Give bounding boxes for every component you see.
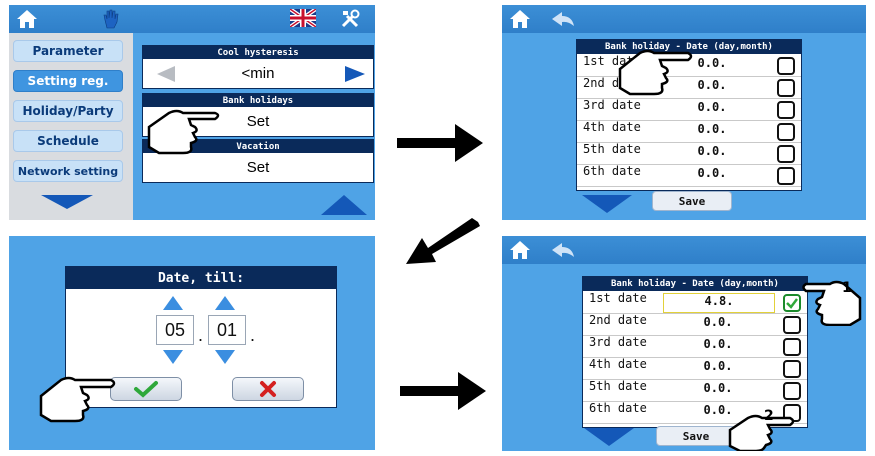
pointing-hand-icon bbox=[802, 280, 862, 326]
home-icon[interactable] bbox=[508, 239, 532, 261]
save-button[interactable]: Save bbox=[656, 426, 736, 446]
day-down-arrow-icon[interactable] bbox=[162, 349, 184, 365]
date-separator: . bbox=[198, 325, 204, 345]
menu-label: Setting reg. bbox=[27, 74, 109, 88]
table-row: 2nd date 0.0. bbox=[583, 313, 807, 336]
row-checkbox[interactable] bbox=[777, 145, 795, 163]
month-field[interactable]: 01 bbox=[208, 315, 246, 345]
row-checkbox[interactable] bbox=[783, 338, 801, 356]
table-row: 4th date 0.0. bbox=[583, 357, 807, 380]
callout-number: 1 bbox=[842, 280, 852, 296]
row-value[interactable]: 0.0. bbox=[657, 122, 767, 140]
cross-icon bbox=[260, 381, 276, 397]
checkmark-icon bbox=[786, 298, 798, 309]
checkmark-icon bbox=[134, 381, 158, 398]
pointing-hand-icon bbox=[39, 376, 116, 423]
tools-icon[interactable] bbox=[339, 8, 361, 30]
row-label: 1st date bbox=[589, 291, 647, 305]
flow-arrow-icon bbox=[397, 124, 483, 162]
cancel-button[interactable] bbox=[232, 377, 304, 401]
table-row: 3rd date 0.0. bbox=[583, 335, 807, 358]
settings-screen: Parameter Setting reg. Holiday/Party Sch… bbox=[9, 5, 375, 220]
row-value[interactable]: 0.0. bbox=[657, 100, 767, 118]
save-button[interactable]: Save bbox=[652, 191, 732, 211]
cool-hysteresis-card: Cool hysteresis <min bbox=[142, 45, 374, 89]
home-icon[interactable] bbox=[15, 8, 39, 30]
row-label: 4th date bbox=[583, 120, 641, 134]
month-down-arrow-icon[interactable] bbox=[214, 349, 236, 365]
date-separator: . bbox=[250, 325, 256, 345]
back-arrow-icon[interactable] bbox=[550, 10, 576, 28]
down-arrow-icon[interactable] bbox=[39, 193, 95, 211]
settings-menu: Parameter Setting reg. Holiday/Party Sch… bbox=[9, 33, 133, 220]
menu-label: Parameter bbox=[32, 44, 104, 58]
menu-label: Schedule bbox=[37, 134, 99, 148]
row-checkbox[interactable] bbox=[783, 360, 801, 378]
row-label: 2nd date bbox=[589, 313, 647, 327]
month-up-arrow-icon[interactable] bbox=[214, 295, 236, 311]
row-label: 4th date bbox=[589, 357, 647, 371]
row-checkbox[interactable] bbox=[777, 57, 795, 75]
row-value[interactable]: 4.8. bbox=[663, 293, 775, 313]
row-checkbox[interactable] bbox=[783, 316, 801, 334]
card-title: Cool hysteresis bbox=[143, 46, 373, 59]
dialog-title: Date, till: bbox=[66, 267, 336, 289]
row-label: 3rd date bbox=[589, 335, 647, 349]
row-value[interactable]: 0.0. bbox=[657, 166, 767, 184]
table-row: 5th date 0.0. bbox=[577, 142, 801, 165]
row-checkbox[interactable] bbox=[777, 101, 795, 119]
flow-arrow-icon bbox=[400, 372, 486, 410]
row-label: 6th date bbox=[583, 164, 641, 178]
home-icon[interactable] bbox=[508, 8, 532, 30]
row-value[interactable]: 0.0. bbox=[663, 359, 773, 377]
row-checkbox[interactable] bbox=[777, 167, 795, 185]
row-label: 6th date bbox=[589, 401, 647, 415]
row-label: 3rd date bbox=[583, 98, 641, 112]
day-field[interactable]: 05 bbox=[156, 315, 194, 345]
menu-item-setting-reg[interactable]: Setting reg. bbox=[13, 70, 123, 92]
callout-number: 2 bbox=[764, 408, 774, 424]
row-label: 5th date bbox=[589, 379, 647, 393]
pointing-hand-icon bbox=[618, 49, 693, 96]
menu-label: Holiday/Party bbox=[22, 104, 114, 118]
menu-label: Network setting bbox=[17, 164, 119, 178]
row-label: 5th date bbox=[583, 142, 641, 156]
row-checkbox[interactable] bbox=[777, 123, 795, 141]
row-checkbox-checked[interactable] bbox=[783, 294, 801, 312]
menu-item-parameter[interactable]: Parameter bbox=[13, 40, 123, 62]
table-title: Bank holiday - Date (day,month) bbox=[583, 277, 807, 291]
table-row: 4th date 0.0. bbox=[577, 120, 801, 143]
table-row: 6th date 0.0. bbox=[577, 164, 801, 187]
menu-item-holiday-party[interactable]: Holiday/Party bbox=[13, 100, 123, 122]
left-arrow-icon[interactable] bbox=[155, 64, 177, 84]
hand-icon[interactable] bbox=[101, 8, 121, 30]
down-arrow-icon[interactable] bbox=[582, 426, 636, 448]
menu-item-network-setting[interactable]: Network setting bbox=[13, 160, 123, 182]
bank-holiday-saved-screen: Bank holiday - Date (day,month) 1st date… bbox=[502, 236, 866, 451]
pointing-hand-icon bbox=[728, 414, 795, 451]
confirm-button[interactable] bbox=[110, 377, 182, 401]
pointing-hand-icon bbox=[147, 109, 220, 155]
bank-holiday-screen: Bank holiday - Date (day,month) 1st date… bbox=[502, 5, 866, 220]
row-value[interactable]: 0.0. bbox=[663, 337, 773, 355]
up-arrow-icon[interactable] bbox=[319, 193, 369, 217]
date-dialog-screen: Date, till: 05 . 01 . bbox=[9, 236, 375, 450]
down-arrow-icon[interactable] bbox=[580, 193, 634, 215]
menu-item-schedule[interactable]: Schedule bbox=[13, 130, 123, 152]
day-up-arrow-icon[interactable] bbox=[162, 295, 184, 311]
table-row: 1st date 4.8. bbox=[583, 291, 807, 314]
right-arrow-icon[interactable] bbox=[343, 64, 367, 84]
flow-arrow-icon bbox=[406, 218, 480, 264]
back-arrow-icon[interactable] bbox=[550, 241, 576, 259]
row-checkbox[interactable] bbox=[777, 79, 795, 97]
row-value[interactable]: 0.0. bbox=[663, 315, 773, 333]
top-bar bbox=[9, 5, 375, 33]
card-value[interactable]: <min bbox=[143, 59, 373, 88]
uk-flag-icon[interactable] bbox=[290, 9, 316, 27]
table-row: 3rd date 0.0. bbox=[577, 98, 801, 121]
row-value[interactable]: 0.0. bbox=[657, 144, 767, 162]
